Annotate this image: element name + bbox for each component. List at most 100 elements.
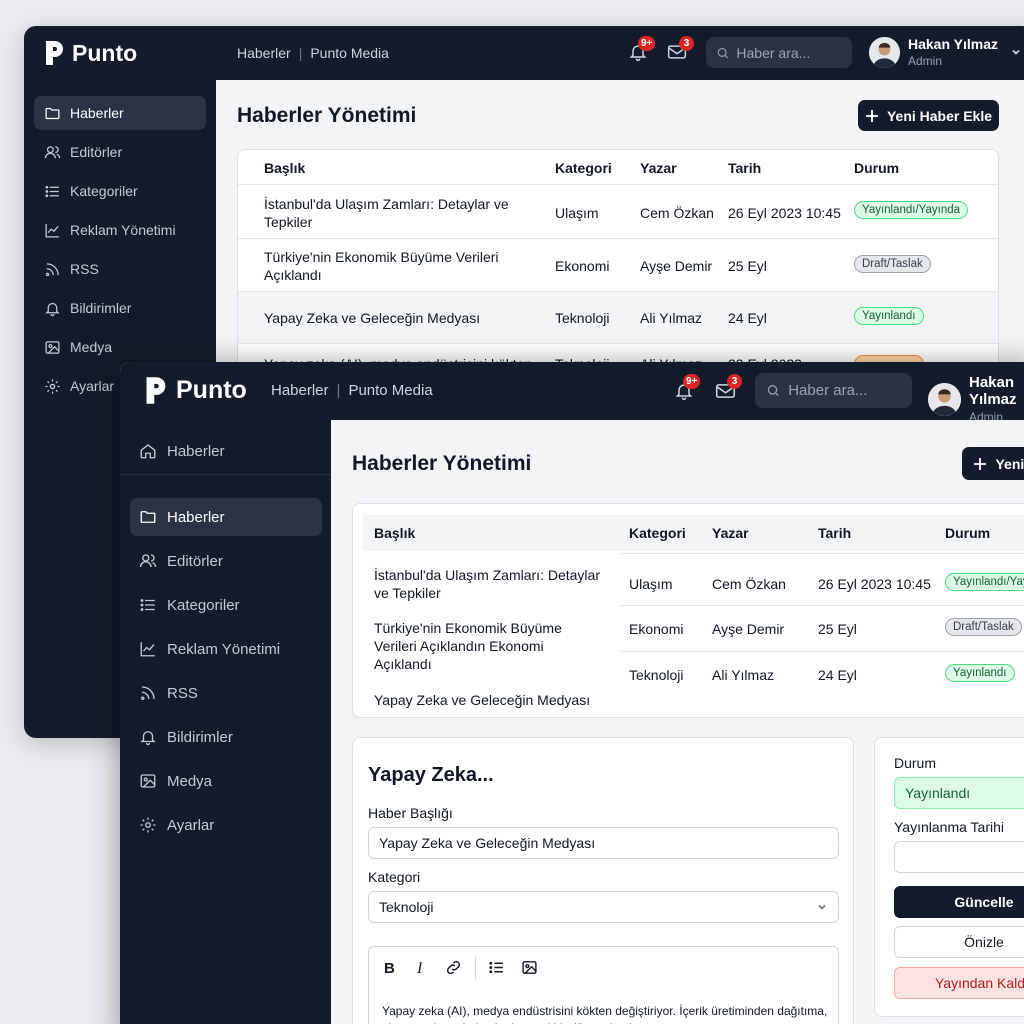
link-icon[interactable] [445,959,462,976]
sidebar-item-bildirimler[interactable]: Bildirimler [130,718,322,756]
users-icon [139,554,157,568]
column-header[interactable]: Tarih [818,525,851,541]
category-select[interactable]: Teknoloji [368,891,839,923]
brand-name: Punto [176,376,247,404]
add-news-button[interactable]: Yeni Haber Ekle [962,447,1024,480]
cell-category: Ekonomi [629,621,684,637]
table-row[interactable]: Türkiye'nin Ekonomik Büyüme Verileri Açı… [238,238,998,291]
column-header[interactable]: Başlık [264,160,305,176]
sidebar-item-editorler[interactable]: Editörler [34,135,206,169]
sidebar-item-reklam[interactable]: Reklam Yönetimi [130,630,322,668]
sidebar-item-rss[interactable]: RSS [130,674,322,712]
update-button[interactable]: Güncelle [894,886,1024,918]
breadcrumb-item[interactable]: Punto Media [348,382,432,399]
sidebar-item-kategoriler[interactable]: Kategoriler [130,586,322,624]
sidebar-item-rss[interactable]: RSS [34,252,206,286]
sidebar-item-label: Kategoriler [167,596,240,614]
publish-date-input[interactable] [894,841,1024,873]
sidebar-item-label: Medya [167,772,213,790]
category-label: Kategori [368,869,421,885]
table-row[interactable]: Ekonomi Ayşe Demir 25 Eyl Draft/Taslak [619,605,1024,651]
search-box[interactable] [755,373,912,408]
sidebar-item-ayarlar[interactable]: Ayarlar [130,806,322,844]
sidebar-item-medya[interactable]: Medya [34,330,206,364]
search-box[interactable] [706,37,852,68]
messages-button[interactable]: 3 [667,36,694,61]
sidebar-item-label: Haberler [167,442,225,460]
column-header[interactable]: Durum [945,525,990,541]
sidebar-item-haberler[interactable]: Haberler [130,498,322,536]
table-row[interactable]: İstanbul'da Ulaşım Zamları: Detaylar ve … [238,184,998,238]
cell-title[interactable]: Yapay Zeka ve Geleceğin Medyası [374,691,624,709]
cell-title[interactable]: İstanbul'da Ulaşım Zamları: Detaylar ve … [374,566,609,602]
gear-icon [45,378,60,394]
column-header[interactable]: Kategori [555,160,612,176]
front-window: Punto Haberler | Punto Media 9+ 3 Hakan … [120,362,1024,1024]
chart-line-icon [140,642,155,657]
edit-heading: Yapay Zeka... [368,764,494,786]
user-menu[interactable]: Hakan Yılmaz Admin [869,36,1022,68]
search-icon [767,385,779,397]
notification-badge: 9+ [638,36,656,51]
editor-area[interactable]: Yapay zeka (AI), medya endüstrisini kökt… [368,987,839,1024]
cell-title: İstanbul'da Ulaşım Zamları: Detaylar ve … [264,196,509,231]
chart-line-icon [45,223,59,238]
sidebar-item-haberler[interactable]: Haberler [34,96,206,130]
column-header[interactable]: Yazar [640,160,677,176]
bell-icon [45,302,60,316]
breadcrumb-separator: | [336,382,341,399]
column-header[interactable]: Başlık [374,525,415,541]
table-row[interactable]: Ulaşım Cem Özkan 26 Eyl 2023 10:45 Yayın… [619,553,1024,605]
cell-date: 25 Eyl [728,258,767,274]
bold-icon[interactable]: B [382,959,398,975]
breadcrumb-item[interactable]: Punto Media [310,45,389,61]
sidebar-item-label: Kategoriler [70,183,138,199]
unpublish-button[interactable]: Yayından Kaldır [894,967,1024,999]
messages-button[interactable]: 3 [715,374,742,400]
breadcrumb-item[interactable]: Haberler [271,382,329,399]
status-select[interactable]: Yayınlandı [894,777,1024,809]
italic-icon[interactable]: I [414,959,430,975]
news-table: Başlık Kategori Yazar Tarih Durum İstanb… [352,503,1024,718]
cell-title: Yapay Zeka ve Geleceğin Medyası [264,310,481,326]
sidebar-item-label: Editörler [70,144,123,160]
sidebar-item-reklam[interactable]: Reklam Yönetimi [34,213,206,247]
breadcrumb: Haberler | Punto Media [237,45,389,61]
sidebar-item-medya[interactable]: Medya [130,762,322,800]
column-header[interactable]: Kategori [629,525,686,541]
cell-category: Teknoloji [629,667,684,683]
avatar [928,382,961,416]
search-input[interactable] [736,44,842,61]
sidebar-item-editorler[interactable]: Editörler [130,542,322,580]
column-header[interactable]: Yazar [712,525,749,541]
status-badge: Draft/Taslak [945,618,1022,636]
notifications-button[interactable]: 9+ [628,36,656,62]
logo[interactable]: Punto [144,375,247,406]
column-header[interactable]: Durum [854,160,899,176]
preview-button[interactable]: Önizle [894,926,1024,958]
editor-toolbar: B I [368,946,839,988]
logo[interactable]: Punto [44,39,137,67]
table-row[interactable]: Yapay Zeka ve Geleceğin Medyası Teknoloj… [238,291,998,343]
title-input[interactable]: Yapay Zeka ve Geleceğin Medyası [368,827,839,859]
table-row[interactable]: Teknoloji Ali Yılmaz 24 Eyl Yayınlandı [619,651,1024,697]
add-news-button[interactable]: Yeni Haber Ekle [858,100,999,131]
column-header[interactable]: Tarih [728,160,761,176]
user-menu[interactable]: Hakan Yılmaz Admin [928,374,1024,424]
punto-logo-icon [46,41,63,65]
cell-date: 25 Eyl [818,621,857,637]
cell-title[interactable]: Türkiye'nin Ekonomik Büyüme Verileri Açı… [374,619,594,674]
image-icon[interactable] [521,959,538,976]
breadcrumb-separator: | [298,45,303,61]
publish-card: Durum Yayınlandı Yayınlanma Tarihi Günce… [874,737,1024,1017]
rss-icon [45,262,59,276]
folder-icon [45,107,60,119]
list-icon[interactable] [488,959,505,976]
breadcrumb-item[interactable]: Haberler [237,45,291,61]
search-input[interactable] [788,382,901,399]
svg-text:B: B [384,960,395,975]
sidebar-item-home[interactable]: Haberler [130,432,322,470]
sidebar-item-kategoriler[interactable]: Kategoriler [34,174,206,208]
sidebar-item-bildirimler[interactable]: Bildirimler [34,291,206,325]
notifications-button[interactable]: 9+ [674,374,701,401]
